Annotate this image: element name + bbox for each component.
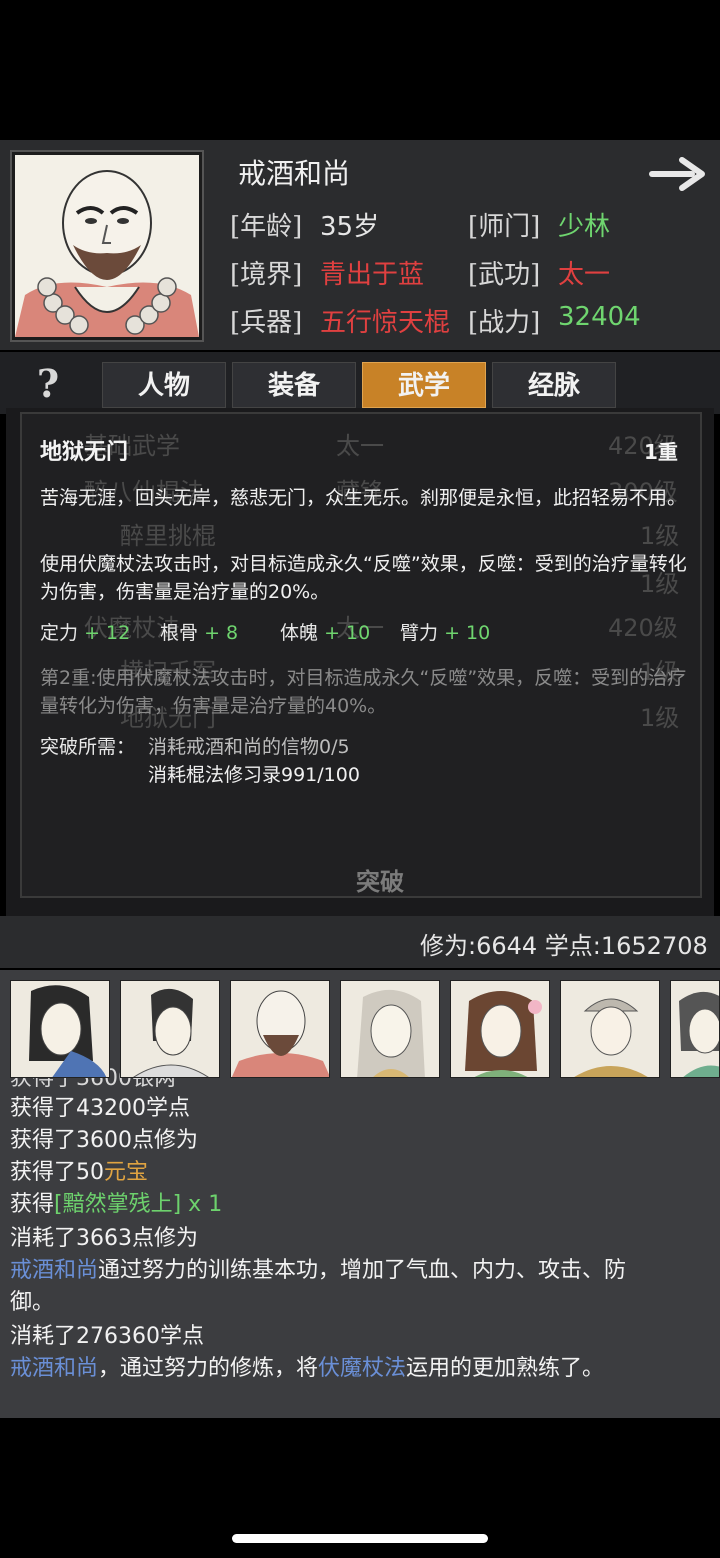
bonus-label: 根骨 (160, 622, 199, 644)
log-highlight: 元宝 (104, 1160, 149, 1185)
bonus-item: 根骨 + 8 (160, 618, 238, 645)
bg-skill-level: 1级 (640, 522, 680, 550)
log-line: 戒酒和尚，通过努力的修炼，将伏魔杖法运用的更加熟练了。 (10, 1352, 710, 1386)
log-item: [黯然掌残上] (54, 1192, 182, 1217)
bonus-item: 定力 + 12 (40, 618, 130, 645)
party-member-portrait[interactable] (120, 980, 220, 1078)
weapon-value: 五行惊天棍 (320, 308, 451, 338)
martial-label: [武功] (468, 260, 541, 290)
power-label: [战力] (468, 308, 541, 338)
log-text: ，通过努力的修炼，将 (98, 1356, 319, 1381)
bonus-value: + 12 (84, 622, 131, 644)
character-portrait (12, 152, 202, 340)
next-tier-description: 第2重:使用伏魔杖法攻击时，对目标造成永久“反噬”效果，反噬：受到的治疗量转化为… (40, 667, 687, 717)
log-line: 消耗了3663点修为 (10, 1226, 198, 1251)
log-line: 获得了3600点修为 (10, 1128, 198, 1153)
party-member-portrait[interactable] (670, 980, 720, 1078)
skill-description: 苦海无涯，回头无岸，慈悲无门，众生无乐。刹那便是永恒，此招轻易不用。 (40, 487, 687, 509)
bonus-item: 体魄 + 10 (280, 618, 370, 645)
realm-label: [境界] (230, 260, 303, 290)
sect-label: [师门] (468, 212, 541, 242)
log-line: 御。 (10, 1290, 55, 1315)
age-label: [年龄] (230, 212, 303, 242)
log-line: 消耗了276360学点 (10, 1324, 204, 1349)
log-line: 获得了50元宝 (10, 1156, 710, 1190)
party-member-portrait[interactable] (340, 980, 440, 1078)
tab-character[interactable]: 人物 (102, 362, 226, 408)
sect-value: 少林 (558, 212, 611, 242)
tab-meridians[interactable]: 经脉 (492, 362, 616, 408)
power-value: 32404 (558, 302, 641, 332)
age-value: 35岁 (320, 212, 380, 242)
requirement-item: 消耗棍法修习录991/100 (148, 764, 360, 786)
bg-skill-level: 420级 (608, 614, 678, 642)
bonus-value: + 8 (204, 622, 239, 644)
next-character-button[interactable] (648, 152, 710, 196)
skill-effect: 使用伏魔杖法攻击时，对目标造成永久“反噬”效果，反噬：受到的治疗量转化为伤害，伤… (40, 553, 687, 603)
log-text: 通过努力的训练基本功，增加了气血、内力、攻击、防 (98, 1258, 627, 1283)
log-character-name: 戒酒和尚 (10, 1258, 99, 1283)
log-count: x 1 (181, 1192, 223, 1217)
bonus-item: 臂力 + 10 (400, 618, 490, 645)
skill-tier: 1重 (644, 440, 678, 464)
bonus-label: 臂力 (400, 622, 439, 644)
party-member-portrait[interactable] (230, 980, 330, 1078)
skill-name: 地狱无门 (40, 440, 129, 465)
character-name: 戒酒和尚 (238, 157, 351, 190)
bonus-label: 定力 (40, 622, 79, 644)
log-skill-name: 伏魔杖法 (318, 1356, 407, 1381)
party-member-portrait[interactable] (450, 980, 550, 1078)
log-text: 获得了50 (10, 1160, 104, 1185)
bg-skill-style: 太一 (336, 432, 384, 460)
requirement-label: 突破所需： (40, 736, 136, 758)
tab-martial-arts[interactable]: 武学 (362, 362, 486, 408)
realm-value: 青出于蓝 (320, 260, 425, 290)
arrow-right-icon (649, 157, 705, 191)
log-text: 获得 (10, 1192, 55, 1217)
party-member-portrait[interactable] (560, 980, 660, 1078)
party-member-portrait[interactable] (10, 980, 110, 1078)
breakthrough-button[interactable]: 突破 (320, 862, 440, 897)
bonus-value: + 10 (444, 622, 491, 644)
requirement-item: 消耗戒酒和尚的信物0/5 (148, 736, 350, 758)
bonus-value: + 10 (324, 622, 371, 644)
cultivation-points: 修为:6644 学点:1652708 (420, 932, 708, 960)
log-line: 戒酒和尚通过努力的训练基本功，增加了气血、内力、攻击、防 (10, 1254, 710, 1288)
log-line: 获得了43200学点 (10, 1096, 190, 1121)
bonus-label: 体魄 (280, 622, 319, 644)
home-indicator[interactable] (232, 1534, 488, 1543)
martial-value: 太一 (558, 260, 611, 290)
log-line: 获得[黯然掌残上] x 1 (10, 1188, 710, 1222)
log-text: 运用的更加熟练了。 (406, 1356, 605, 1381)
bg-skill-name: 醉里挑棍 (120, 522, 216, 550)
help-icon[interactable]: ? (26, 362, 70, 406)
log-character-name: 戒酒和尚 (10, 1356, 99, 1381)
tab-equipment[interactable]: 装备 (232, 362, 356, 408)
weapon-label: [兵器] (230, 308, 303, 338)
